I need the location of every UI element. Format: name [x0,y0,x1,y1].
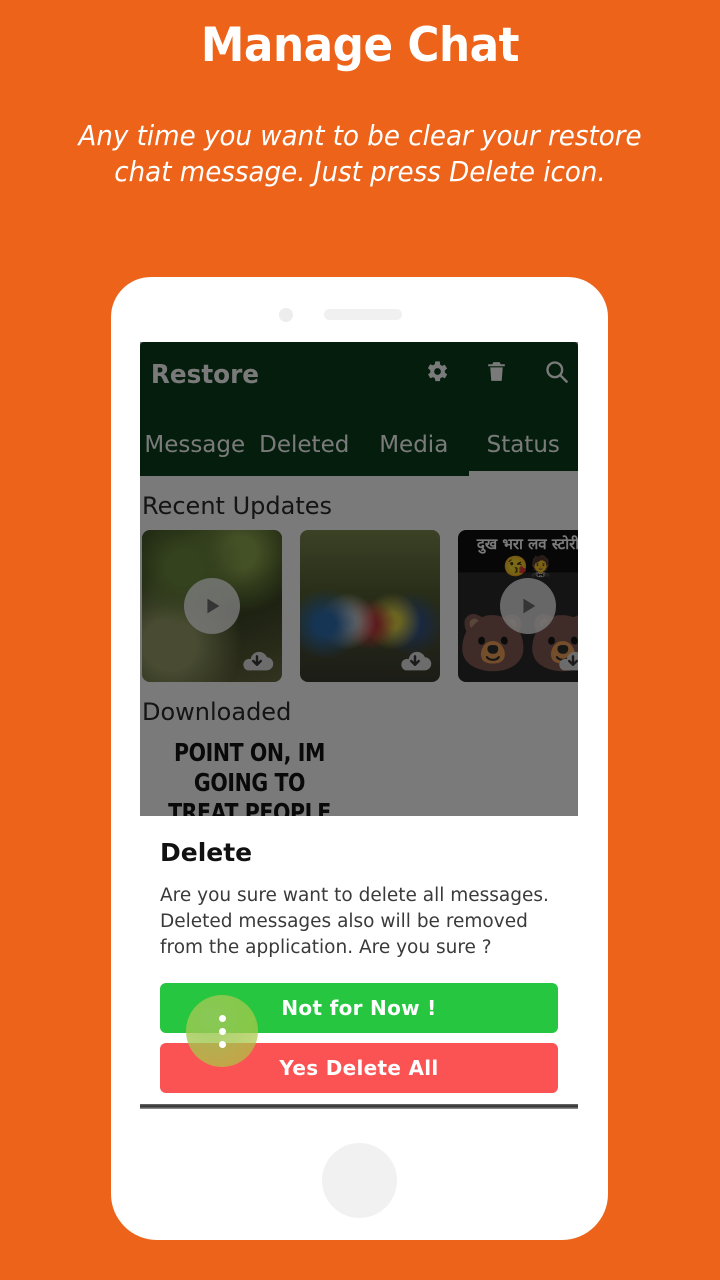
page-title: Manage Chat [200,18,520,73]
thumbnail-caption: दुख भरा लव स्टोरी [476,535,578,553]
search-icon[interactable] [543,358,570,385]
recent-updates-row: दुख भरा लव स्टोरी 😘🤵 🐻🐻 [140,530,578,682]
home-button[interactable] [322,1143,397,1218]
phone-mockup: Restore Message Deleted Media Status Rec… [111,277,608,1240]
cloud-download-icon[interactable] [238,646,276,676]
trash-icon[interactable] [484,358,509,385]
fab-dot [218,1027,226,1035]
status-thumbnail[interactable]: दुख भरा लव स्टोरी 😘🤵 🐻🐻 [458,530,578,682]
device-screen: Restore Message Deleted Media Status Rec… [140,342,578,1109]
earpiece-speaker-icon [324,309,402,320]
cloud-download-icon[interactable] [396,646,434,676]
dialog-body: Are you sure want to delete all messages… [160,885,549,958]
tab-deleted[interactable]: Deleted [250,414,360,476]
tab-status[interactable]: Status [468,414,579,476]
tab-status-label: Status [486,432,560,458]
section-label-recent-updates: Recent Updates [142,492,332,520]
phone-top-bezel [111,277,608,342]
app-bar-actions [423,358,570,385]
tab-media[interactable]: Media [359,414,469,476]
dialog-title: Delete [160,838,253,867]
tab-message-label: Message [144,432,246,458]
front-camera-icon [279,308,293,322]
cloud-download-icon[interactable] [554,646,578,676]
section-label-downloaded: Downloaded [142,698,292,726]
fab-dot [218,1040,226,1048]
status-thumbnail[interactable] [142,530,282,682]
gear-icon[interactable] [423,358,450,385]
app-bar: Restore [140,342,578,414]
play-icon[interactable] [500,578,556,634]
tab-media-label: Media [379,432,449,458]
emoji-decoration: 😘🤵 [503,556,553,578]
page-subtitle: Any time you want to be clear your resto… [78,120,642,188]
more-vert-icon[interactable] [186,995,258,1067]
downloaded-item-text: POINT ON, IM GOING TO TREAT PEOPLE [168,738,331,827]
fab-dot [218,1014,226,1022]
play-icon[interactable] [184,578,240,634]
tab-message[interactable]: Message [140,414,250,476]
tab-bar: Message Deleted Media Status [140,414,578,476]
system-navigation-bar [140,1104,578,1109]
tab-deleted-label: Deleted [259,432,350,458]
status-thumbnail[interactable] [300,530,440,682]
delete-dialog: Delete Are you sure want to delete all m… [140,816,578,1109]
app-bar-title: Restore [150,360,260,390]
